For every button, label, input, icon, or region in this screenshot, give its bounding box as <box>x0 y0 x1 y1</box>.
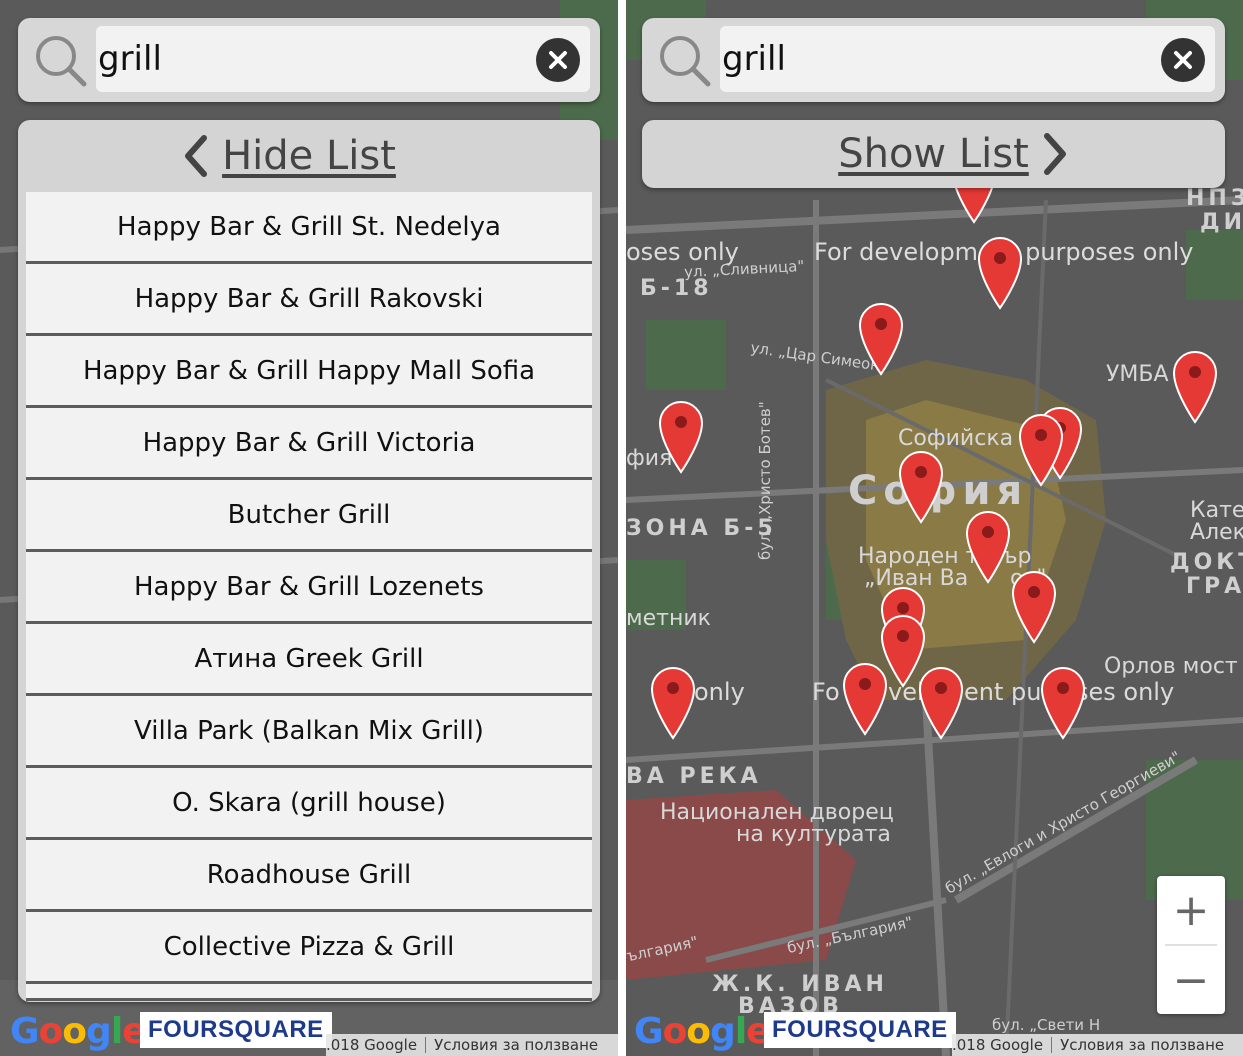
map-pin-icon[interactable] <box>858 302 904 376</box>
map-pin-icon[interactable] <box>658 400 704 474</box>
copyright-text: .018 Google <box>326 1036 418 1054</box>
clear-search-icon[interactable] <box>536 38 580 82</box>
search-icon[interactable] <box>656 32 712 88</box>
map-label: бул. „Свети Н <box>992 1016 1101 1034</box>
zoom-in-button[interactable]: + <box>1157 876 1225 944</box>
map-label: ВА РЕКА <box>626 764 762 789</box>
map-label: на културата <box>736 822 891 847</box>
left-screen: Hide List Happy Bar & Grill St. Nedelya … <box>0 0 618 1056</box>
map-pin-icon[interactable] <box>650 666 696 740</box>
map-label: ДИ <box>1200 210 1243 235</box>
copyright-text: .018 Google <box>952 1036 1044 1054</box>
list-item[interactable]: O. Skara (grill house) <box>26 768 592 840</box>
list-item[interactable]: Happy Bar & Grill Victoria <box>26 408 592 480</box>
results-list: Happy Bar & Grill St. Nedelya Happy Bar … <box>26 192 592 1001</box>
map-label: Орлов мост <box>1104 654 1238 679</box>
map-pin-icon[interactable] <box>1018 413 1064 487</box>
zoom-out-button[interactable]: − <box>1157 946 1225 1014</box>
search-bar <box>18 18 600 102</box>
right-screen: oses only For development purposes only … <box>626 0 1243 1056</box>
map-pin-icon[interactable] <box>977 236 1023 310</box>
map-label: Алек <box>1190 520 1243 545</box>
map-attribution: .018 Google Условия за ползване <box>326 1034 618 1056</box>
list-item[interactable]: Happy Bar & Grill Rakovski <box>26 264 592 336</box>
terms-link[interactable]: Условия за ползване <box>1060 1036 1224 1054</box>
list-item[interactable]: Villa Park (Balkan Mix Grill) <box>26 696 592 768</box>
map-label: бул. „Христо Ботев" <box>756 401 774 560</box>
list-item[interactable]: Happy Bar & Grill Happy Mall Sofia <box>26 336 592 408</box>
map-attribution: .018 Google Условия за ползване <box>952 1034 1243 1056</box>
map-label: НПЗ <box>1186 186 1243 211</box>
chevron-right-icon <box>1043 133 1066 175</box>
map-watermark: only <box>694 678 745 706</box>
map-label: ГРА <box>1186 574 1243 599</box>
map-label: ДОКТ <box>1170 550 1243 575</box>
clear-search-icon[interactable] <box>1161 38 1205 82</box>
terms-link[interactable]: Условия за ползване <box>434 1036 598 1054</box>
foursquare-logo: FOURSQUARE <box>140 1012 332 1048</box>
hide-list-label: Hide List <box>222 133 396 179</box>
list-item[interactable]: Roadhouse Grill <box>26 840 592 912</box>
list-item[interactable]: Happy Bar & Grill Lozenets <box>26 552 592 624</box>
map-pin-icon[interactable] <box>1011 570 1057 644</box>
list-item[interactable]: Атина Greek Grill <box>26 624 592 696</box>
search-icon[interactable] <box>32 32 88 88</box>
map-pin-icon[interactable] <box>1172 350 1218 424</box>
list-item[interactable]: Collective Pizza & Grill <box>26 912 592 984</box>
google-logo: Google <box>10 1011 147 1052</box>
map-watermark: Fo <box>812 678 840 706</box>
show-list-bar: Show List <box>642 120 1225 188</box>
map-label: метник <box>626 606 711 631</box>
map-pin-icon[interactable] <box>918 666 964 740</box>
map-label: Софийска с <box>898 426 1033 451</box>
map-label: ЗОНА Б-5 <box>626 516 777 541</box>
show-list-label: Show List <box>838 131 1029 177</box>
search-input[interactable] <box>720 26 1215 92</box>
chevron-left-icon <box>185 135 208 177</box>
show-list-button[interactable]: Show List <box>642 120 1225 188</box>
hide-list-button[interactable]: Hide List <box>18 120 600 192</box>
search-input[interactable] <box>96 26 590 92</box>
list-item[interactable]: Butcher Grill <box>26 480 592 552</box>
search-bar <box>642 18 1225 102</box>
google-logo: Google <box>634 1011 771 1052</box>
map-watermark: ent pu <box>964 678 1042 706</box>
map-pin-icon[interactable] <box>842 662 888 736</box>
list-item[interactable]: Happy Bar & Grill St. Nedelya <box>26 192 592 264</box>
foursquare-logo: FOURSQUARE <box>764 1012 956 1048</box>
map-watermark: ses only <box>1076 678 1175 706</box>
map-pin-icon[interactable] <box>898 450 944 524</box>
zoom-control: + − <box>1157 876 1225 1014</box>
map-label: УМБА <box>1106 362 1169 387</box>
map-pin-icon[interactable] <box>1040 666 1086 740</box>
map-pin-icon[interactable] <box>965 510 1011 584</box>
list-item <box>26 984 592 1001</box>
results-list-panel: Hide List Happy Bar & Grill St. Nedelya … <box>18 120 600 1002</box>
